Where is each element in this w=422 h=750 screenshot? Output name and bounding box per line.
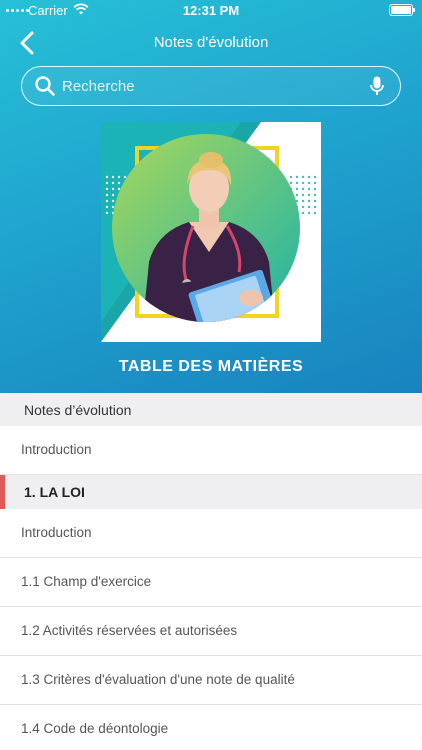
toc-title: TABLE DES MATIÈRES	[118, 358, 304, 375]
search-input[interactable]	[62, 75, 362, 97]
list-item[interactable]: 1.1 Champ d'exercice	[0, 558, 422, 607]
page-title: Notes d'évolution	[153, 34, 269, 51]
battery-icon	[389, 4, 415, 16]
list-item-label: 1.4 Code de déontologie	[21, 721, 169, 736]
header-background: Carrier 12:31 PM Notes d'évolution Reche…	[0, 0, 422, 393]
section-header-active: 1. LA LOI	[0, 475, 422, 509]
list-item-label: Introduction	[21, 525, 92, 540]
status-time: 12:31 PM	[182, 3, 240, 18]
list-item-label: 1.2 Activités réservées et autorisées	[21, 623, 238, 638]
active-marker	[0, 475, 5, 509]
section-header-label: 1. LA LOI	[24, 484, 85, 500]
microphone-icon[interactable]	[370, 76, 384, 96]
list-item[interactable]: 1.2 Activités réservées et autorisées	[0, 607, 422, 656]
toc-list: Notes d’évolution Introduction 1. LA LOI…	[0, 393, 422, 750]
list-item-label: 1.3 Critères d'évaluation d'une note de …	[21, 672, 295, 687]
list-item[interactable]: 1.3 Critères d'évaluation d'une note de …	[0, 656, 422, 705]
cover-image	[101, 122, 321, 342]
section-header-label: Notes d’évolution	[24, 402, 132, 418]
list-item[interactable]: 1.4 Code de déontologie	[0, 705, 422, 750]
status-bar: Carrier 12:31 PM	[0, 0, 422, 22]
list-item[interactable]: Introduction	[0, 426, 422, 475]
list-item-label: Introduction	[21, 442, 92, 457]
search-bar[interactable]	[21, 66, 401, 106]
section-header: Notes d’évolution	[0, 393, 422, 426]
list-item-label: 1.1 Champ d'exercice	[21, 574, 152, 589]
list-item[interactable]: Introduction	[0, 509, 422, 558]
search-icon	[35, 76, 55, 96]
